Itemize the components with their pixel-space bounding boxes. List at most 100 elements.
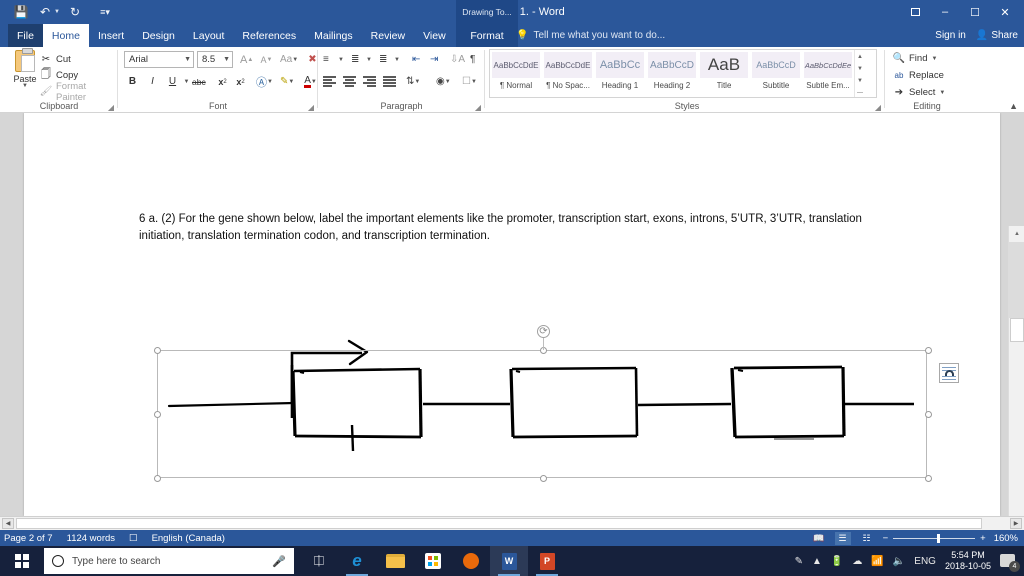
chevron-down-icon[interactable]: ▼: [219, 56, 230, 63]
scroll-track-upper[interactable]: [1009, 242, 1024, 318]
tab-insert[interactable]: Insert: [89, 24, 133, 47]
borders-icon[interactable]: ☐ ▼: [462, 73, 477, 90]
close-icon[interactable]: ✕: [990, 0, 1020, 24]
start-button[interactable]: [0, 546, 44, 576]
hscroll-left-icon[interactable]: ◀: [2, 518, 14, 529]
ribbon-display-options-icon[interactable]: [900, 0, 930, 24]
zoom-thumb[interactable]: [937, 533, 941, 543]
tab-mailings[interactable]: Mailings: [305, 24, 362, 47]
tell-me-box[interactable]: 💡 Tell me what you want to do...: [516, 24, 665, 47]
microphone-icon[interactable]: 🎤: [272, 555, 286, 568]
gene-structure-drawing[interactable]: ⟳: [124, 303, 959, 482]
pen-workspace-icon[interactable]: ✎: [795, 556, 803, 567]
hscroll-right-icon[interactable]: ▶: [1010, 518, 1022, 529]
edge-icon[interactable]: e: [338, 546, 376, 576]
font-family-combo[interactable]: Arial ▼: [124, 51, 194, 68]
bold-button[interactable]: B: [124, 73, 141, 90]
word-count[interactable]: 1124 words: [67, 533, 115, 544]
clock[interactable]: 5:54 PM 2018-10-05: [945, 550, 991, 572]
battery-icon[interactable]: 🔋: [831, 556, 843, 567]
tab-format[interactable]: Format: [456, 24, 518, 47]
numbering-dropdown-icon[interactable]: ▼: [366, 51, 372, 68]
numbering-icon[interactable]: ≣: [351, 51, 359, 68]
scroll-up-icon[interactable]: ▲: [1009, 226, 1024, 242]
zoom-in-button[interactable]: +: [980, 533, 986, 544]
document-page[interactable]: 6 a. (2) For the gene shown below, label…: [24, 113, 1000, 516]
sort-icon[interactable]: ⇩A: [450, 51, 465, 68]
strikethrough-button[interactable]: abc: [190, 73, 208, 90]
sign-in-button[interactable]: Sign in: [935, 30, 966, 41]
tab-references[interactable]: References: [233, 24, 305, 47]
wifi-icon[interactable]: 📶: [871, 556, 883, 567]
show-hidden-icons-icon[interactable]: ▲: [812, 556, 822, 567]
scroll-thumb[interactable]: [1010, 318, 1024, 342]
layout-options-icon[interactable]: [939, 363, 959, 383]
resize-handle-top-left[interactable]: [154, 347, 161, 354]
share-button[interactable]: 👤 Share: [976, 30, 1018, 41]
format-painter-button[interactable]: 🖌 Format Painter: [40, 81, 118, 103]
select-dropdown-icon[interactable]: ▼: [939, 90, 945, 96]
tab-layout[interactable]: Layout: [184, 24, 234, 47]
resize-handle-bottom-center[interactable]: [540, 475, 547, 482]
tab-file[interactable]: File: [8, 24, 43, 47]
paragraph-dialog-launcher[interactable]: ◢: [475, 103, 481, 112]
italic-button[interactable]: I: [144, 73, 161, 90]
resize-handle-top-right[interactable]: [925, 347, 932, 354]
zoom-level[interactable]: 160%: [994, 533, 1018, 544]
customize-qat-icon[interactable]: ≡▾: [94, 1, 116, 23]
horizontal-scrollbar[interactable]: ◀ ▶: [0, 516, 1024, 530]
hscroll-track[interactable]: [16, 518, 982, 529]
firefox-icon[interactable]: [452, 546, 490, 576]
align-right-icon[interactable]: [363, 73, 376, 90]
collapse-ribbon-icon[interactable]: ▲: [1009, 101, 1018, 111]
paste-button[interactable]: Paste ▼: [6, 48, 44, 99]
decrease-indent-icon[interactable]: ⇤: [412, 51, 420, 68]
style-normal[interactable]: AaBbCcDdE ¶ Normal: [490, 50, 542, 97]
bullets-dropdown-icon[interactable]: ▼: [338, 51, 344, 68]
rotate-handle-icon[interactable]: ⟳: [537, 325, 550, 338]
resize-handle-middle-right[interactable]: [925, 411, 932, 418]
tray-language[interactable]: ENG: [914, 556, 936, 567]
shading-icon[interactable]: ◉ ▼: [436, 73, 451, 90]
language-indicator[interactable]: English (Canada): [152, 533, 225, 544]
style-heading-2[interactable]: AaBbCcD Heading 2: [646, 50, 698, 97]
volume-muted-icon[interactable]: 🔈: [893, 556, 905, 567]
undo-icon[interactable]: ↶: [34, 1, 56, 23]
zoom-slider[interactable]: − +: [883, 533, 986, 544]
document-body-text[interactable]: 6 a. (2) For the gene shown below, label…: [139, 211, 899, 245]
zoom-track[interactable]: [893, 533, 976, 543]
clipboard-dialog-launcher[interactable]: ◢: [108, 103, 114, 112]
shrink-font-button[interactable]: A ▼: [258, 51, 275, 68]
change-case-button[interactable]: Aa ▼: [278, 51, 300, 68]
tab-design[interactable]: Design: [133, 24, 184, 47]
search-input[interactable]: Type here to search 🎤: [44, 548, 294, 574]
line-spacing-icon[interactable]: ⇅ ▼: [406, 73, 420, 90]
chevron-down-icon[interactable]: ▼: [180, 56, 191, 63]
find-button[interactable]: 🔍 Find ▼: [893, 51, 938, 66]
style-no-spacing[interactable]: AaBbCcDdE ¶ No Spac...: [542, 50, 594, 97]
increase-indent-icon[interactable]: ⇥: [430, 51, 438, 68]
style-subtle-emphasis[interactable]: AaBbCcDdEe Subtle Em...: [802, 50, 854, 97]
resize-handle-bottom-left[interactable]: [154, 475, 161, 482]
cut-button[interactable]: ✂ Cut: [40, 52, 71, 67]
vertical-scrollbar[interactable]: ▲ ▼: [1008, 226, 1024, 516]
save-icon[interactable]: 💾: [10, 1, 32, 23]
justify-icon[interactable]: [383, 73, 396, 90]
style-title[interactable]: AaB Title: [698, 50, 750, 97]
styles-scroll-down-icon[interactable]: ▼: [855, 63, 865, 75]
show-formatting-marks-icon[interactable]: ¶: [470, 51, 475, 68]
action-center-icon[interactable]: 4: [1000, 552, 1020, 572]
onedrive-icon[interactable]: ☁: [852, 556, 862, 567]
styles-gallery-scrollbar[interactable]: ▲ ▼ ▼—: [854, 50, 865, 97]
tab-view[interactable]: View: [414, 24, 455, 47]
file-explorer-icon[interactable]: [376, 546, 414, 576]
style-heading-1[interactable]: AaBbCc Heading 1: [594, 50, 646, 97]
style-subtitle[interactable]: AaBbCcD Subtitle: [750, 50, 802, 97]
subscript-button[interactable]: x2: [214, 73, 231, 90]
proofing-errors-icon[interactable]: ☐: [129, 533, 138, 544]
restore-icon[interactable]: ☐: [960, 0, 990, 24]
superscript-button[interactable]: x2: [232, 73, 249, 90]
styles-scroll-up-icon[interactable]: ▲: [855, 51, 865, 63]
drawing-selection-frame[interactable]: ⟳: [154, 325, 932, 482]
minimize-icon[interactable]: –: [930, 0, 960, 24]
